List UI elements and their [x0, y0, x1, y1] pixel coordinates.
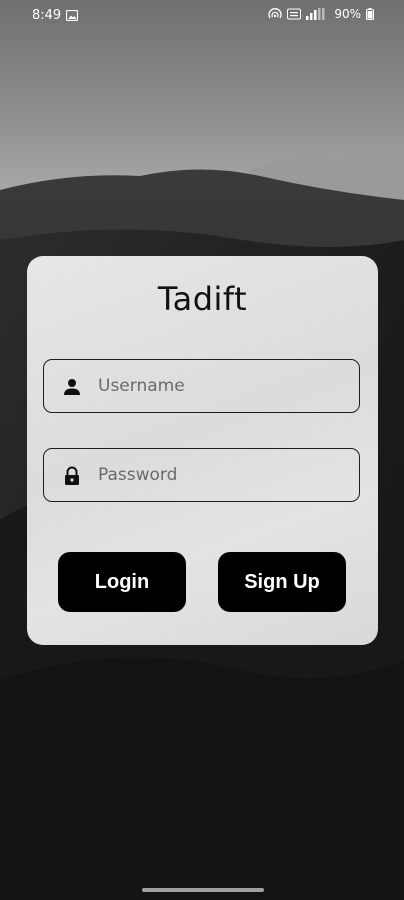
hotspot-icon — [268, 8, 282, 19]
battery-percent: 90% — [334, 7, 361, 21]
gallery-icon — [66, 10, 78, 21]
home-indicator[interactable] — [142, 888, 264, 892]
app-title: Tadift — [157, 280, 248, 318]
username-input[interactable] — [98, 360, 348, 411]
signal-icon — [306, 8, 325, 20]
login-button[interactable]: Login — [58, 552, 186, 612]
signup-button[interactable]: Sign Up — [218, 552, 346, 612]
status-time: 8:49 — [32, 8, 62, 23]
battery-icon — [366, 8, 374, 20]
status-icons: 90% — [268, 7, 374, 21]
status-bar: 8:49 90% — [0, 0, 404, 32]
person-icon — [64, 379, 80, 395]
username-field[interactable] — [43, 359, 360, 413]
login-card: Tadift Login Sign Up — [27, 256, 378, 645]
password-input[interactable] — [98, 449, 348, 500]
lock-icon — [65, 466, 79, 485]
volte-icon — [287, 8, 302, 20]
password-field[interactable] — [43, 448, 360, 502]
